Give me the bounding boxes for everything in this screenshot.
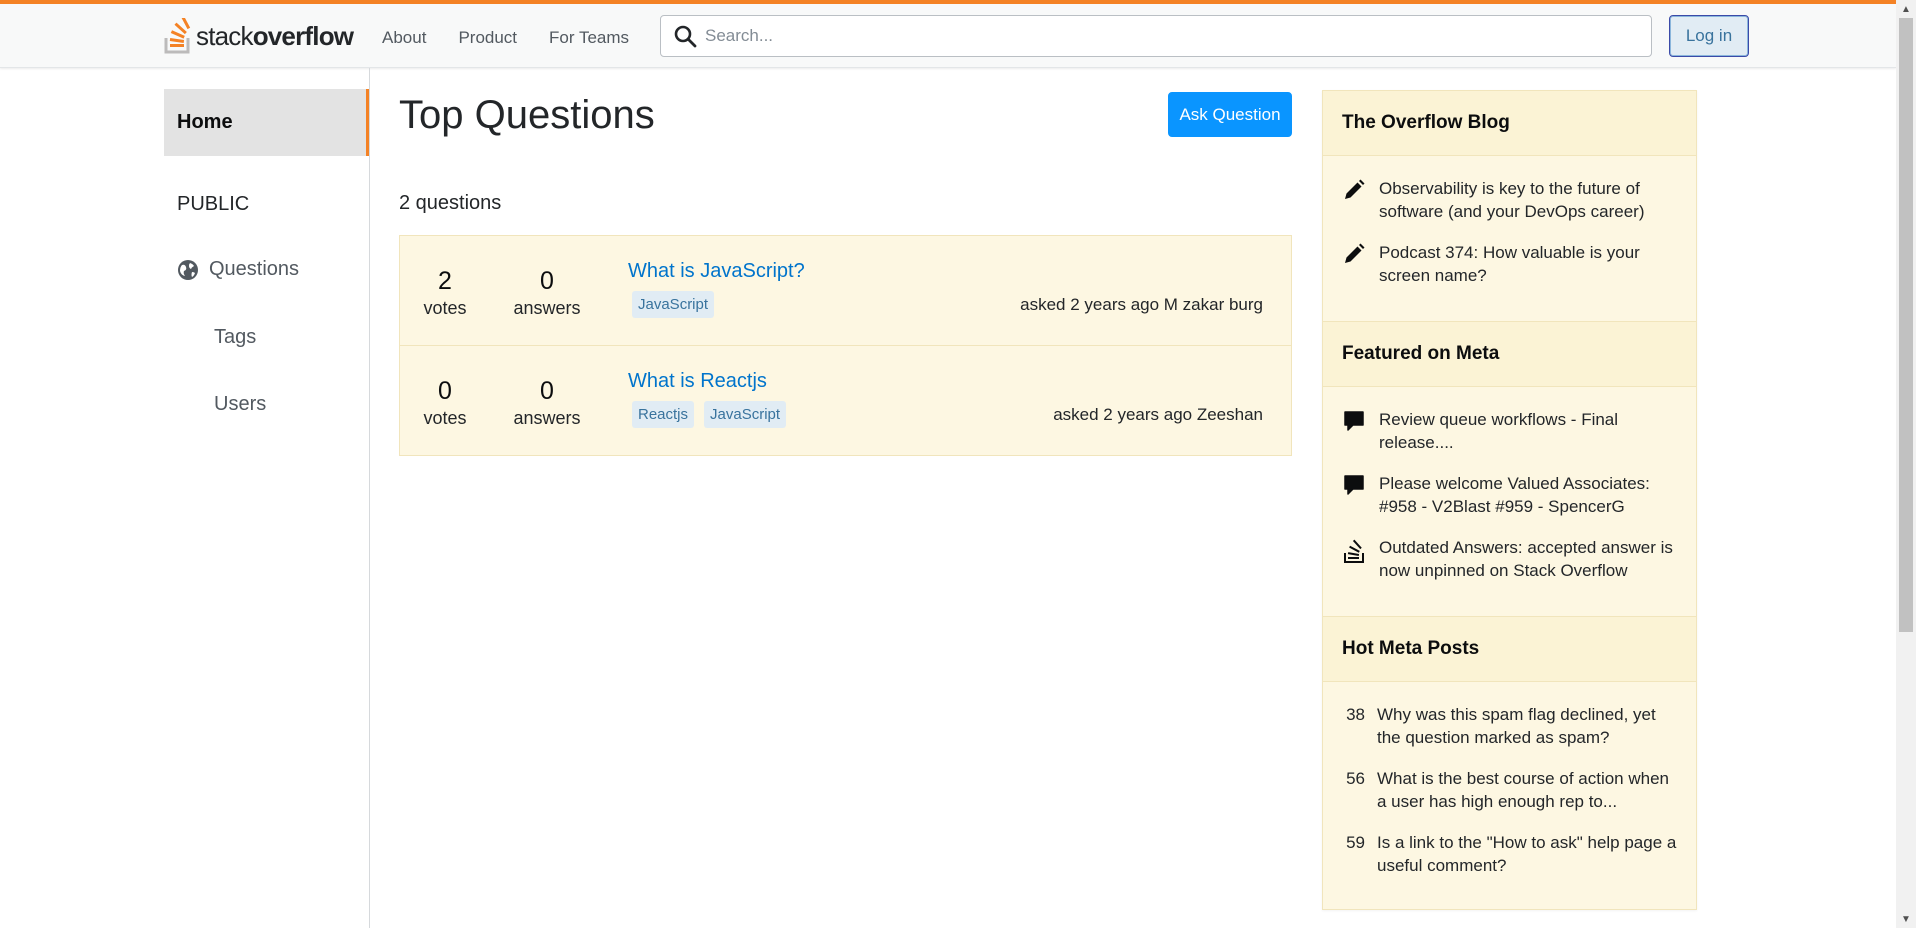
- logo-text: stackoverflow: [196, 20, 354, 51]
- page-scrollbar[interactable]: ▲ ▼: [1896, 0, 1916, 928]
- meta-item[interactable]: Review queue workflows - Final release..…: [1343, 408, 1683, 454]
- stack-exchange-icon: [1343, 536, 1379, 582]
- hot-meta-score: 56: [1346, 769, 1365, 788]
- right-sidebar-widget: The Overflow Blog Observability is key t…: [1322, 90, 1697, 910]
- stack-logo-icon: [164, 18, 191, 54]
- hot-meta-score: 59: [1346, 833, 1365, 852]
- answer-count: 0 answers: [513, 267, 581, 318]
- vote-count: 0 votes: [423, 377, 467, 428]
- question-count: 2 questions: [399, 192, 502, 214]
- search-icon: [674, 25, 697, 48]
- blog-header: The Overflow Blog: [1323, 90, 1696, 156]
- vote-count: 2 votes: [423, 267, 467, 318]
- question-list: 2 votes 0 answers What is JavaScript? Ja…: [399, 235, 1292, 456]
- pencil-icon: [1343, 177, 1379, 223]
- question-meta: asked 2 years ago M zakar burg: [1020, 295, 1263, 314]
- nav-home[interactable]: Home: [164, 89, 369, 156]
- meta-item-text: Review queue workflows - Final release..…: [1379, 410, 1619, 452]
- answer-count: 0 answers: [513, 377, 581, 428]
- question-tags: JavaScript: [632, 291, 724, 318]
- question-row: 0 votes 0 answers What is Reactjs Reactj…: [400, 346, 1291, 455]
- login-button[interactable]: Log in: [1669, 15, 1749, 57]
- hot-meta-item[interactable]: 38 Why was this spam flag declined, yet …: [1343, 703, 1683, 749]
- scroll-up-arrow-icon[interactable]: ▲: [1896, 0, 1916, 18]
- hot-meta-item[interactable]: 59 Is a link to the "How to ask" help pa…: [1343, 831, 1683, 877]
- blog-item-text: Observability is key to the future of so…: [1379, 179, 1645, 221]
- hot-meta-text: Why was this spam flag declined, yet the…: [1377, 705, 1656, 747]
- meta-item[interactable]: Outdated Answers: accepted answer is now…: [1343, 536, 1683, 582]
- blog-item[interactable]: Observability is key to the future of so…: [1343, 177, 1683, 223]
- question-row: 2 votes 0 answers What is JavaScript? Ja…: [400, 236, 1291, 346]
- scrollbar-thumb[interactable]: [1899, 18, 1913, 632]
- nav-questions[interactable]: Questions: [177, 258, 299, 281]
- public-section-label: PUBLIC: [177, 193, 250, 215]
- question-tags: Reactjs JavaScript: [632, 401, 796, 428]
- nav-tags[interactable]: Tags: [214, 326, 256, 349]
- nav-questions-label: Questions: [209, 258, 300, 280]
- comment-icon: [1343, 408, 1379, 454]
- pencil-icon: [1343, 241, 1379, 287]
- page-title: Top Questions: [399, 93, 655, 137]
- blog-item[interactable]: Podcast 374: How valuable is your screen…: [1343, 241, 1683, 287]
- search-box[interactable]: [660, 15, 1652, 57]
- question-title-link[interactable]: What is JavaScript?: [628, 260, 805, 283]
- nav-product[interactable]: Product: [446, 22, 529, 54]
- question-title-link[interactable]: What is Reactjs: [628, 370, 767, 393]
- tag-javascript[interactable]: JavaScript: [704, 401, 787, 428]
- featured-meta-header: Featured on Meta: [1323, 321, 1696, 387]
- meta-item-text: Outdated Answers: accepted answer is now…: [1379, 538, 1673, 580]
- tag-reactjs[interactable]: Reactjs: [632, 401, 695, 428]
- globe-icon: [178, 259, 198, 280]
- meta-item[interactable]: Please welcome Valued Associates: #958 -…: [1343, 472, 1683, 518]
- question-meta: asked 2 years ago Zeeshan: [1053, 405, 1263, 424]
- hot-meta-score: 38: [1346, 705, 1365, 724]
- search-input[interactable]: [705, 26, 1605, 46]
- nav-about[interactable]: About: [370, 22, 438, 54]
- scroll-down-arrow-icon[interactable]: ▼: [1896, 910, 1916, 928]
- nav-for-teams[interactable]: For Teams: [537, 22, 641, 54]
- hot-meta-text: What is the best course of action when a…: [1377, 769, 1669, 811]
- tag-javascript[interactable]: JavaScript: [632, 291, 715, 318]
- comment-icon: [1343, 472, 1379, 518]
- stackoverflow-logo[interactable]: stackoverflow: [164, 16, 354, 56]
- hot-meta-header: Hot Meta Posts: [1323, 616, 1696, 682]
- nav-users[interactable]: Users: [214, 393, 266, 416]
- top-nav: About Product For Teams: [370, 22, 649, 54]
- meta-item-text: Please welcome Valued Associates: #958 -…: [1379, 474, 1650, 516]
- ask-question-button[interactable]: Ask Question: [1168, 92, 1292, 137]
- hot-meta-item[interactable]: 56 What is the best course of action whe…: [1343, 767, 1683, 813]
- blog-item-text: Podcast 374: How valuable is your screen…: [1379, 243, 1640, 285]
- hot-meta-text: Is a link to the "How to ask" help page …: [1377, 833, 1677, 875]
- top-bar: stackoverflow About Product For Teams Lo…: [0, 0, 1896, 68]
- left-sidebar: Home PUBLIC Questions Tags Users: [0, 68, 370, 928]
